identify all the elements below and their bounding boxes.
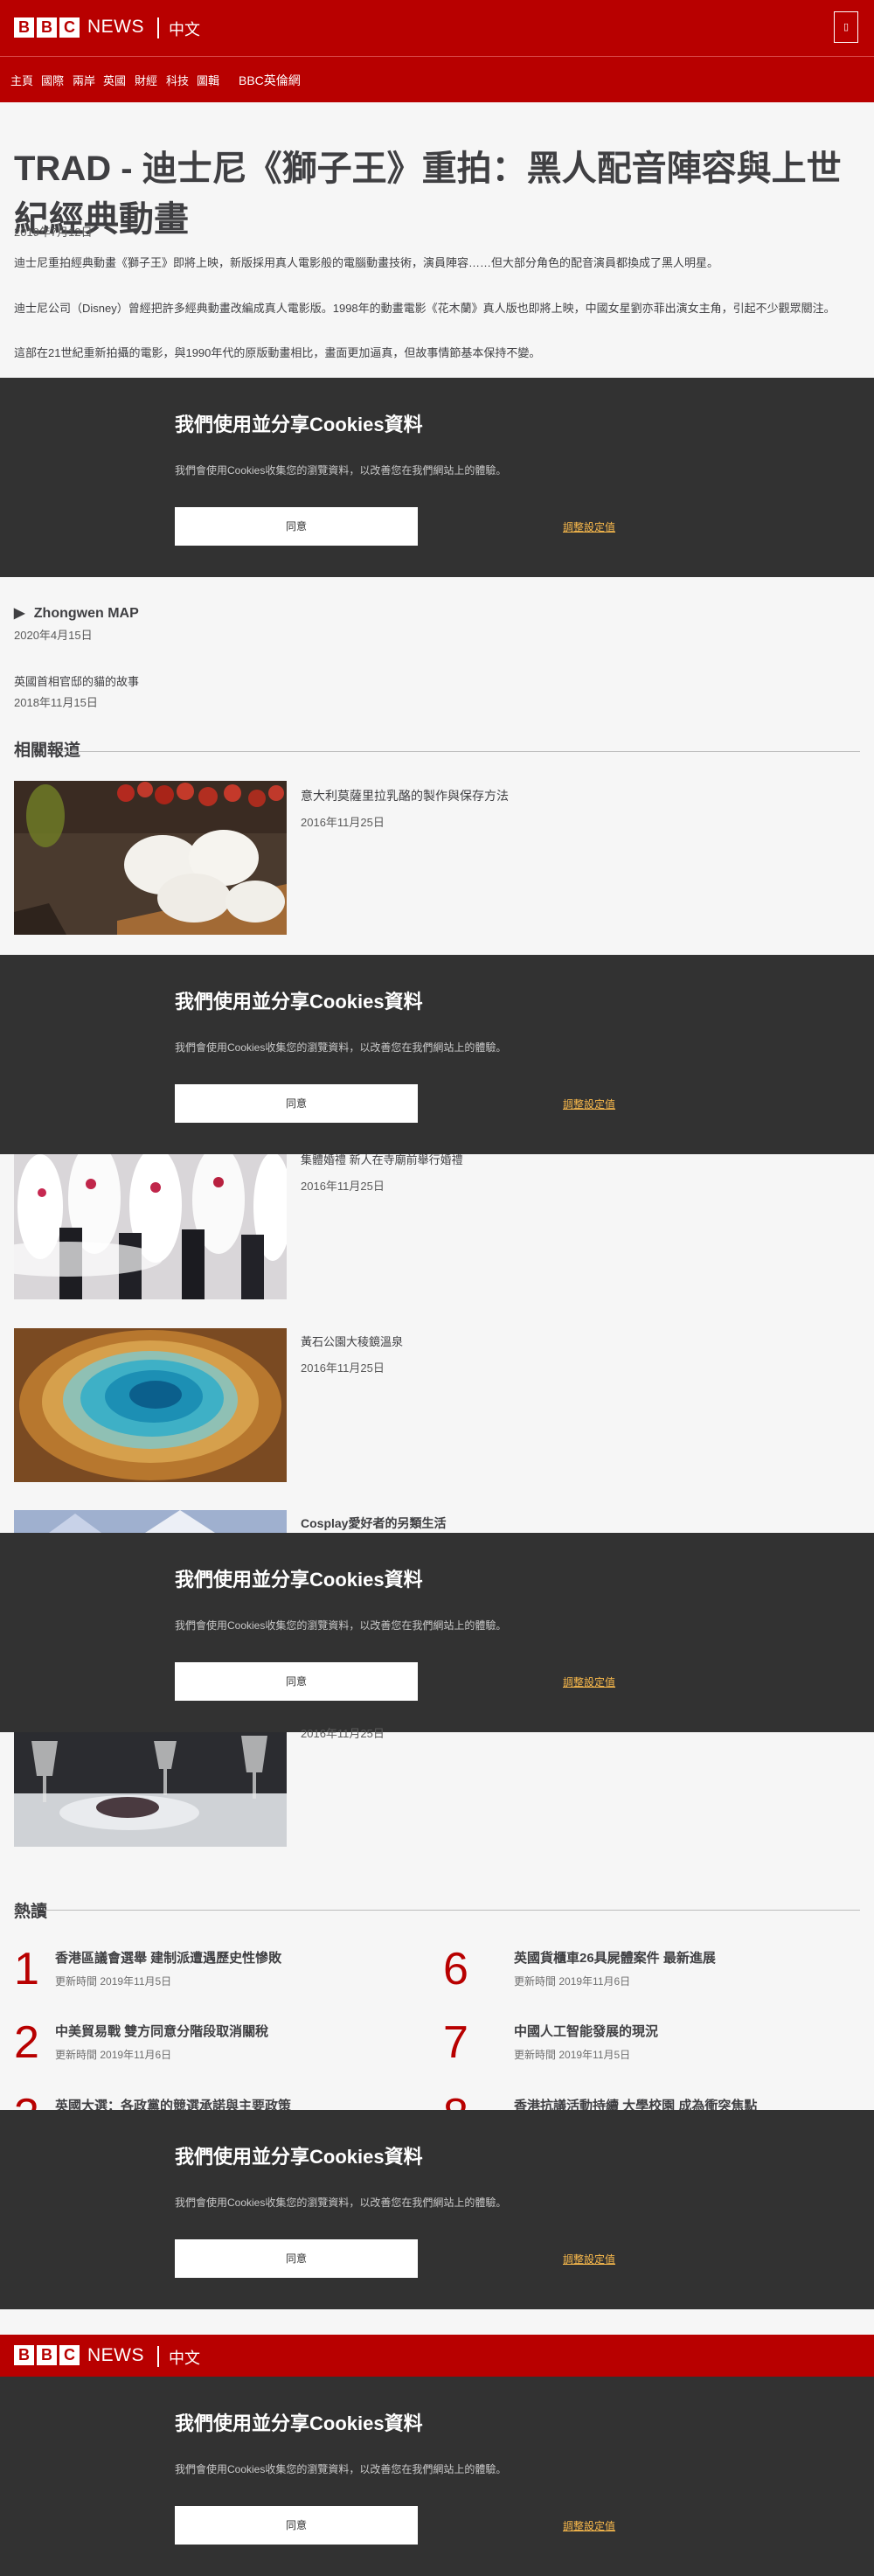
rank-title[interactable]: 中國人工智能發展的現況: [514, 2022, 658, 2040]
disclosure-label: Zhongwen MAP: [33, 606, 139, 621]
cosplay-image: [14, 1510, 287, 1533]
nav-item-uk[interactable]: 英國: [103, 72, 126, 88]
article-headline: TRAD - 迪士尼《獅子王》重拍：黑人配音陣容與上世紀經典動畫: [14, 150, 842, 239]
menu-button[interactable]: ▯: [834, 11, 858, 43]
cookie-text: 我們會使用Cookies收集您的瀏覽資料，以改善您在我們網站上的體驗。: [175, 1619, 507, 1632]
disclosure-toggle[interactable]: ▶ Zhongwen MAP: [14, 604, 139, 622]
nav-bar: 主頁 國際 兩岸 英國 財經 科技 圖輯 BBC英倫網: [0, 56, 874, 102]
nav-item-home[interactable]: 主頁: [10, 72, 33, 88]
logo-letter-b2: B: [37, 17, 57, 38]
cookie-accept-button[interactable]: 同意: [175, 507, 418, 546]
related-link-date: 2018年11月15日: [14, 696, 98, 709]
cookie-settings-link[interactable]: 調整設定值: [563, 519, 615, 534]
cookie-settings-link[interactable]: 調整設定值: [563, 2252, 615, 2266]
story-image-mozzarella[interactable]: [14, 781, 287, 935]
story-date: 2016年11月25日: [301, 1727, 385, 1740]
rank-number: 7: [443, 2017, 468, 2068]
rank-title[interactable]: 英國貨櫃車26具屍體案件 最新進展: [514, 1948, 716, 1967]
rank-title[interactable]: 香港區議會選舉 建制派遭遇歷史性慘敗: [55, 1948, 281, 1967]
menu-icon: ▯: [843, 22, 850, 32]
rank-meta: 更新時間 2019年11月6日: [55, 2049, 172, 2061]
story-date: 2016年11月25日: [301, 1180, 385, 1193]
cookie-title: 我們使用並分享Cookies資料: [175, 414, 423, 435]
rank-number: 6: [443, 1944, 468, 1995]
footer-brand-divider: [157, 2346, 159, 2367]
article-paragraph: 迪士尼重拍經典動畫《獅子王》即將上映，新版採用真人電影般的電腦動畫技術，演員陣容…: [14, 256, 719, 269]
brand-language[interactable]: 中文: [169, 17, 200, 40]
logo-letter-c: C: [59, 17, 80, 38]
rank-meta: 更新時間 2019年11月6日: [514, 1975, 631, 1988]
disclosure-date: 2020年4月15日: [14, 629, 93, 642]
mozzarella-image: [14, 781, 287, 935]
related-link[interactable]: 英國首相官邸的貓的故事: [14, 672, 139, 689]
story-title[interactable]: 意大利莫薩里拉乳酪的製作與保存方法: [301, 787, 509, 804]
rank-title[interactable]: 中美貿易戰 雙方同意分階段取消關稅: [55, 2022, 268, 2040]
section-title-related: 相關報道: [14, 741, 81, 760]
cookie-text: 我們會使用Cookies收集您的瀏覽資料，以改善您在我們網站上的體驗。: [175, 1041, 507, 1054]
story-title[interactable]: 黃石公園大稜鏡溫泉: [301, 1333, 403, 1349]
nav-item-gallery[interactable]: 圖輯: [197, 72, 219, 88]
cookie-banner: 我們使用並分享Cookies資料 我們會使用Cookies收集您的瀏覽資料，以改…: [0, 955, 874, 1154]
cookie-settings-link[interactable]: 調整設定值: [563, 1674, 615, 1689]
brand-divider: [157, 17, 159, 38]
cookie-banner: 我們使用並分享Cookies資料 我們會使用Cookies收集您的瀏覽資料，以改…: [0, 1533, 874, 1732]
restaurant-image: [14, 1732, 287, 1847]
cookie-title: 我們使用並分享Cookies資料: [175, 2146, 423, 2168]
brand-news[interactable]: NEWS: [87, 17, 144, 38]
story-date: 2016年11月25日: [301, 1361, 385, 1375]
nav-item-business[interactable]: 財經: [135, 72, 157, 88]
cookie-text: 我們會使用Cookies收集您的瀏覽資料，以改善您在我們網站上的體驗。: [175, 2463, 507, 2475]
section-divider: [44, 1910, 860, 1911]
logo-letter-b2: B: [37, 2345, 57, 2365]
wedding-image: [14, 1154, 287, 1299]
story-image-cosplay[interactable]: [14, 1510, 287, 1533]
nav-item-world[interactable]: 國際: [41, 72, 64, 88]
story-date: 2016年11月25日: [301, 816, 385, 829]
cookie-accept-button[interactable]: 同意: [175, 1084, 418, 1123]
cookie-settings-link[interactable]: 調整設定值: [563, 2518, 615, 2533]
section-divider: [59, 751, 860, 752]
logo-letter-b1: B: [14, 17, 34, 38]
cookie-title: 我們使用並分享Cookies資料: [175, 2412, 423, 2434]
story-image-wedding[interactable]: [14, 1154, 287, 1299]
rank-meta: 更新時間 2019年11月5日: [514, 2049, 631, 2061]
cookie-accept-button[interactable]: 同意: [175, 2506, 418, 2545]
nav-item-tech[interactable]: 科技: [166, 72, 189, 88]
logo-letter-c: C: [59, 2345, 80, 2365]
section-title-popular: 熱讀: [14, 1903, 48, 1921]
cookie-banner: 我們使用並分享Cookies資料 我們會使用Cookies收集您的瀏覽資料，以改…: [0, 2377, 874, 2576]
cookie-banner: 我們使用並分享Cookies資料 我們會使用Cookies收集您的瀏覽資料，以改…: [0, 2110, 874, 2309]
footer-bbc-logo[interactable]: B B C: [14, 2345, 80, 2365]
footer-brand-news[interactable]: NEWS: [87, 2345, 144, 2366]
rank-meta: 更新時間 2019年11月5日: [55, 1975, 172, 1988]
cookie-title: 我們使用並分享Cookies資料: [175, 991, 423, 1013]
story-title[interactable]: 集體婚禮 新人在寺廟前舉行婚禮: [301, 1151, 463, 1167]
nav-item-china[interactable]: 兩岸: [73, 72, 95, 88]
story-image-hot-spring[interactable]: [14, 1328, 287, 1482]
cookie-banner: 我們使用並分享Cookies資料 我們會使用Cookies收集您的瀏覽資料，以改…: [0, 378, 874, 577]
cookie-text: 我們會使用Cookies收集您的瀏覽資料，以改善您在我們網站上的體驗。: [175, 2197, 507, 2209]
article-date: 2019年7月12日: [14, 226, 93, 239]
top-header: B B C NEWS 中文 ▯: [0, 0, 874, 56]
story-title[interactable]: Cosplay愛好者的另類生活: [301, 1514, 446, 1532]
cookie-title: 我們使用並分享Cookies資料: [175, 1569, 423, 1591]
rank-number: 1: [14, 1944, 39, 1995]
bbc-logo[interactable]: B B C: [14, 17, 80, 38]
hot-spring-image: [14, 1328, 287, 1482]
article-paragraph: 迪士尼公司（Disney）曾經把許多經典動畫改編成真人電影版。1998年的動畫電…: [14, 302, 836, 315]
cookie-settings-link[interactable]: 調整設定值: [563, 1097, 615, 1111]
logo-letter-b1: B: [14, 2345, 34, 2365]
triangle-right-icon: ▶: [14, 606, 25, 621]
footer-bar: B B C NEWS 中文: [0, 2335, 874, 2377]
story-image-restaurant[interactable]: [14, 1732, 287, 1847]
rank-number: 2: [14, 2017, 39, 2068]
cookie-accept-button[interactable]: 同意: [175, 2239, 418, 2278]
cookie-text: 我們會使用Cookies收集您的瀏覽資料，以改善您在我們網站上的體驗。: [175, 464, 507, 477]
footer-brand-language[interactable]: 中文: [169, 2346, 200, 2369]
article-paragraph: 這部在21世紀重新拍攝的電影，與1990年代的原版動畫相比，畫面更加逼真，但故事…: [14, 346, 541, 359]
nav-item-bbc-britain[interactable]: BBC英倫網: [239, 72, 301, 89]
cookie-accept-button[interactable]: 同意: [175, 1662, 418, 1701]
